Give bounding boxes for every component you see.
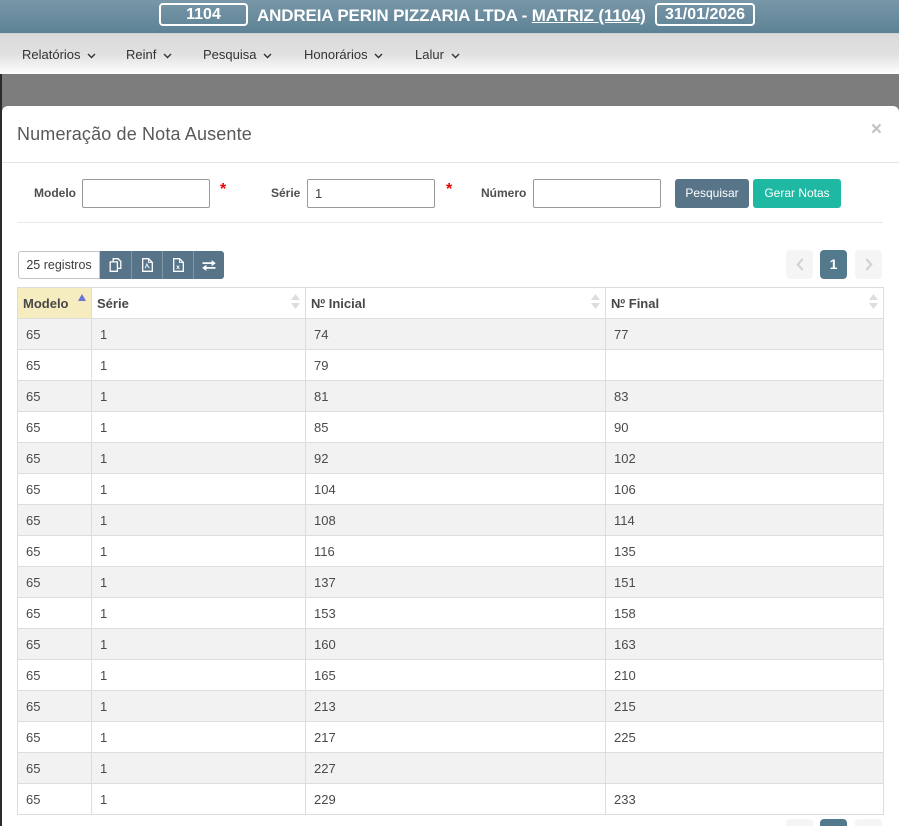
svg-text:x: x bbox=[176, 264, 180, 271]
